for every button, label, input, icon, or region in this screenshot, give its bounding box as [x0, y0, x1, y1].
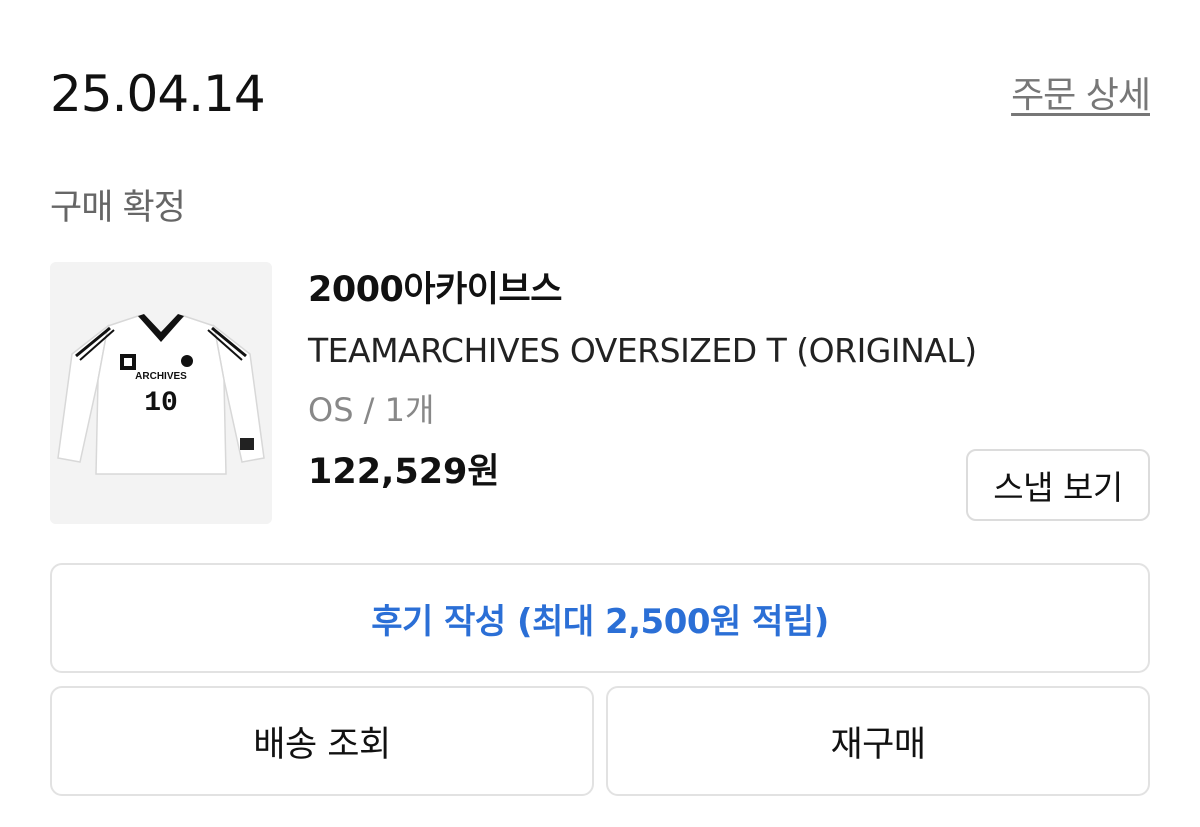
track-delivery-button[interactable]: 배송 조회	[50, 686, 594, 796]
order-detail-link[interactable]: 주문 상세	[1011, 74, 1151, 118]
order-status: 구매 확정	[50, 188, 186, 228]
product-price: 122,529원	[308, 452, 500, 492]
product-option: OS / 1개	[308, 391, 435, 429]
write-review-button[interactable]: 후기 작성 (최대 2,500원 적립)	[50, 563, 1150, 673]
snap-view-button[interactable]: 스냅 보기	[966, 449, 1150, 521]
jersey-team-text: ARCHIVES	[135, 371, 187, 382]
order-date: 25.04.14	[50, 65, 266, 123]
product-name[interactable]: TEAMARCHIVES OVERSIZED T (ORIGINAL)	[308, 328, 977, 374]
jersey-image: ARCHIVES 10	[50, 262, 272, 524]
jersey-number: 10	[144, 388, 178, 419]
product-thumbnail[interactable]: ARCHIVES 10	[50, 262, 272, 524]
product-brand[interactable]: 2000아카이브스	[308, 266, 977, 314]
product-info: 2000아카이브스 TEAMARCHIVES OVERSIZED T (ORIG…	[308, 266, 977, 496]
reorder-button[interactable]: 재구매	[606, 686, 1150, 796]
